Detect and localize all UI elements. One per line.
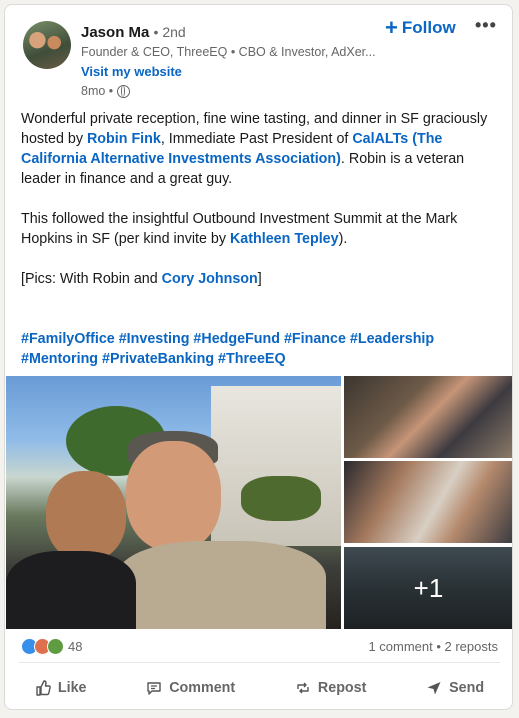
photo-grid: +1 <box>6 376 512 629</box>
send-label: Send <box>449 680 485 696</box>
more-photos-count[interactable]: +1 <box>344 547 512 629</box>
author-name-row: Jason Ma • 2nd <box>81 24 186 41</box>
post-timestamp: 8mo • <box>81 84 114 98</box>
follow-button[interactable]: + Follow <box>385 17 456 39</box>
send-button[interactable]: Send <box>416 672 494 704</box>
photo-thumbnail-2[interactable] <box>344 461 512 543</box>
mention-kathleen-tepley[interactable]: Kathleen Tepley <box>230 231 339 247</box>
mention-cory-johnson[interactable]: Cory Johnson <box>162 271 258 287</box>
repost-button[interactable]: Repost <box>285 672 376 704</box>
comment-button[interactable]: Comment <box>136 672 245 704</box>
body-text: [Pics: With Robin and <box>21 271 162 287</box>
comment-icon <box>147 682 161 695</box>
hashtags-line-1[interactable]: #FamilyOffice #Investing #HedgeFund #Fin… <box>21 329 503 349</box>
action-bar: Like Comment Repost Send <box>5 669 512 707</box>
divider <box>19 662 500 663</box>
post-timestamp-row: 8mo • <box>81 84 131 98</box>
body-text: ] <box>257 271 262 287</box>
repost-label: Repost <box>317 680 367 696</box>
body-text: ). <box>338 231 348 247</box>
send-icon <box>427 682 441 695</box>
post-body: Wonderful private reception, fine wine t… <box>21 109 503 369</box>
mention-robin-fink[interactable]: Robin Fink <box>87 131 161 147</box>
post-paragraph-3: [Pics: With Robin and Cory Johnson] <box>21 269 503 289</box>
more-options-icon[interactable]: ••• <box>475 15 497 36</box>
like-label: Like <box>57 680 87 696</box>
comment-label: Comment <box>169 680 236 696</box>
reactions-summary[interactable]: 48 <box>21 638 82 655</box>
photo-thumbnail-3[interactable]: +1 <box>344 547 512 629</box>
globe-icon <box>117 84 131 98</box>
connection-degree: • 2nd <box>153 24 186 40</box>
body-text: , Immediate Past President of <box>160 131 353 147</box>
author-name[interactable]: Jason Ma <box>81 24 149 41</box>
reaction-count: 48 <box>68 639 83 654</box>
author-avatar[interactable] <box>23 21 71 69</box>
follow-label: Follow <box>401 18 456 37</box>
author-headline: Founder & CEO, ThreeEQ • CBO & Investor,… <box>81 45 376 59</box>
photo-thumbnail-1[interactable] <box>344 376 512 458</box>
post-paragraph-2: This followed the insightful Outbound In… <box>21 209 503 249</box>
social-counts: 48 1 comment • 2 reposts <box>21 638 498 655</box>
support-reaction-icon <box>47 638 64 655</box>
comments-reposts-count[interactable]: 1 comment • 2 reposts <box>368 639 498 654</box>
hashtags-line-2[interactable]: #Mentoring #PrivateBanking #ThreeEQ <box>21 349 503 369</box>
plus-icon: + <box>385 15 398 40</box>
repost-icon <box>297 682 309 694</box>
like-button[interactable]: Like <box>25 672 97 704</box>
thumbs-up-icon <box>36 680 51 696</box>
post-paragraph-1: Wonderful private reception, fine wine t… <box>21 109 503 189</box>
post-card: Jason Ma • 2nd Founder & CEO, ThreeEQ • … <box>4 4 513 710</box>
main-photo[interactable] <box>6 376 341 629</box>
visit-website-link[interactable]: Visit my website <box>81 64 182 79</box>
